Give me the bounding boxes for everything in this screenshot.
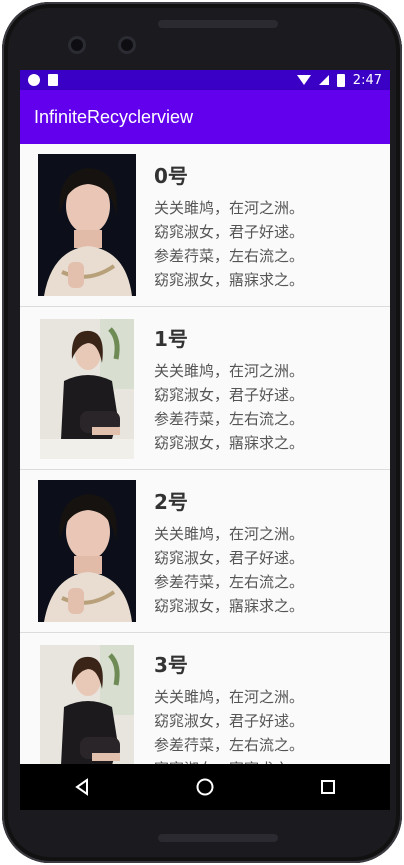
poem-line: 窈窕淑女，君子好逑。: [154, 223, 305, 241]
poem-line: 窈窕淑女，君子好逑。: [154, 549, 305, 567]
portrait-image: [40, 319, 134, 459]
recycler-list[interactable]: 0号 关关雎鸠，在河之洲。 窈窕淑女，君子好逑。 参差荇菜，左右流之。 窈窕淑女…: [20, 144, 390, 796]
front-camera-left: [68, 36, 86, 54]
app-bar: InfiniteRecyclerview: [20, 90, 390, 144]
front-camera-right: [118, 36, 136, 54]
poem-line: 窈窕淑女，寤寐求之。: [154, 271, 305, 289]
item-text: 关关雎鸠，在河之洲。 窈窕淑女，君子好逑。 参差荇菜，左右流之。 窈窕淑女，寤寐…: [154, 196, 384, 292]
recents-icon: [321, 780, 336, 794]
status-bar: 2:47: [20, 70, 390, 90]
poem-line: 关关雎鸠，在河之洲。: [154, 688, 305, 706]
bottom-speaker: [158, 834, 278, 842]
poem-line: 关关雎鸠，在河之洲。: [154, 525, 305, 543]
screen: 2:47 InfiniteRecyclerview 0号 关关雎鸠，在河之洲。: [20, 70, 390, 806]
back-icon: [74, 778, 88, 796]
item-title: 3号: [154, 653, 188, 677]
recents-button[interactable]: [308, 767, 348, 807]
signal-icon: [318, 75, 329, 85]
poem-line: 窈窕淑女，君子好逑。: [154, 712, 305, 730]
home-icon: [196, 778, 214, 796]
home-button[interactable]: [185, 767, 225, 807]
list-item[interactable]: 2号 关关雎鸠，在河之洲。 窈窕淑女，君子好逑。 参差荇菜，左右流之。 窈窕淑女…: [20, 470, 390, 633]
item-title: 2号: [154, 490, 188, 514]
poem-line: 参差荇菜，左右流之。: [154, 736, 305, 754]
list-item[interactable]: 1号 关关雎鸠，在河之洲。 窈窕淑女，君子好逑。 参差荇菜，左右流之。 窈窕淑女…: [20, 307, 390, 470]
battery-icon: [336, 73, 345, 87]
sd-card-icon: [48, 74, 58, 86]
navigation-bar: [20, 764, 390, 810]
circle-icon: [28, 74, 40, 86]
portrait-image: [38, 154, 136, 296]
list-item[interactable]: 0号 关关雎鸠，在河之洲。 窈窕淑女，君子好逑。 参差荇菜，左右流之。 窈窕淑女…: [20, 144, 390, 307]
poem-line: 参差荇菜，左右流之。: [154, 573, 305, 591]
app-title: InfiniteRecyclerview: [34, 106, 194, 127]
poem-line: 关关雎鸠，在河之洲。: [154, 199, 305, 217]
item-text: 关关雎鸠，在河之洲。 窈窕淑女，君子好逑。 参差荇菜，左右流之。 窈窕淑女，寤寐…: [154, 522, 384, 618]
item-title: 0号: [154, 164, 188, 188]
item-text: 关关雎鸠，在河之洲。 窈窕淑女，君子好逑。 参差荇菜，左右流之。 窈窕淑女，寤寐…: [154, 359, 384, 455]
poem-line: 参差荇菜，左右流之。: [154, 247, 305, 265]
item-title: 1号: [154, 327, 188, 351]
back-button[interactable]: [62, 767, 102, 807]
portrait-image: [38, 480, 136, 622]
poem-line: 关关雎鸠，在河之洲。: [154, 362, 305, 380]
wifi-icon: [296, 75, 311, 85]
poem-line: 窈窕淑女，君子好逑。: [154, 386, 305, 404]
status-time: 2:47: [352, 72, 382, 88]
poem-line: 参差荇菜，左右流之。: [154, 410, 305, 428]
poem-line: 窈窕淑女，寤寐求之。: [154, 434, 305, 452]
poem-line: 窈窕淑女，寤寐求之。: [154, 597, 305, 615]
top-speaker: [158, 20, 278, 28]
